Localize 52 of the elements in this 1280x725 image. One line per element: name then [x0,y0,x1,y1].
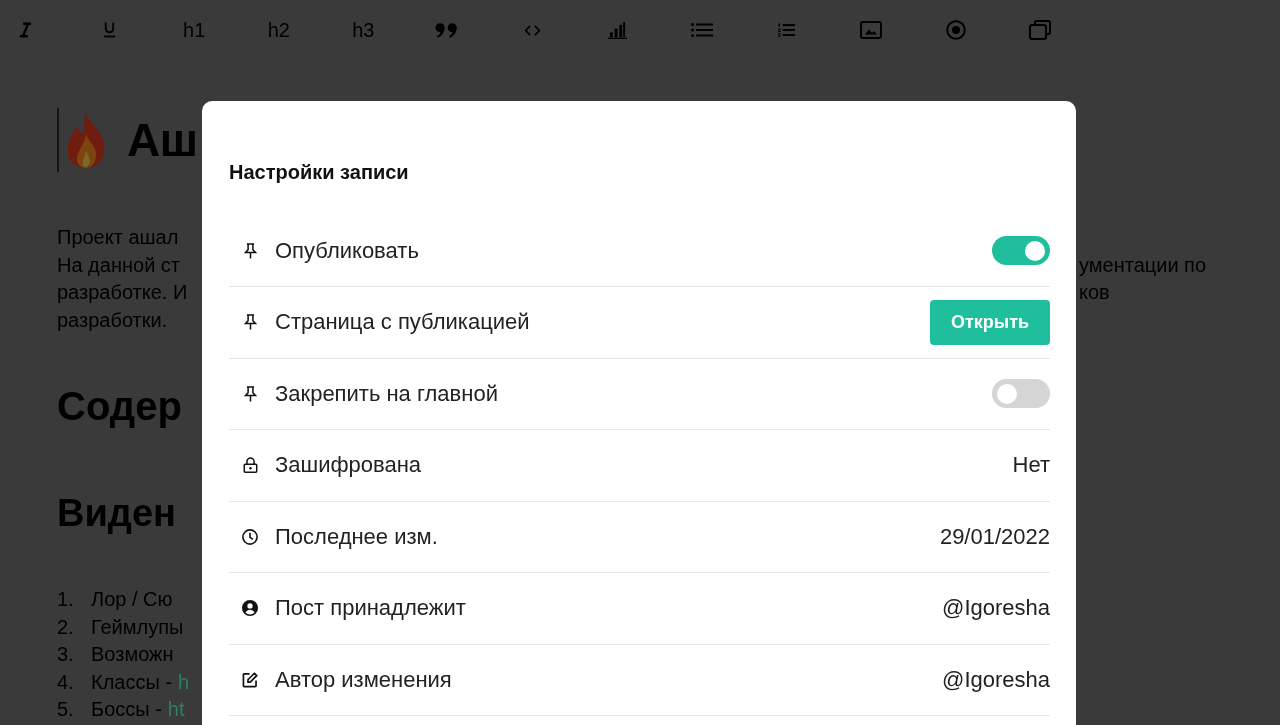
setting-value: Нет [1012,452,1050,479]
list-item-text: Боссы - [91,697,162,722]
pin-icon [243,242,257,259]
setting-value: @Igoresha [942,666,1050,693]
text-cursor [57,108,59,172]
link[interactable]: ht [167,696,185,724]
setting-value: @Igoresha [942,595,1050,622]
paragraph-text: ументации по ков [1079,252,1207,305]
pin-icon [243,314,257,331]
section-heading: Содер [57,383,182,430]
setting-label: Автор изменения [275,666,452,693]
heading-button[interactable]: h1 [183,18,206,42]
pin-icon [243,385,257,402]
dialog-title: Настройки записи [229,160,409,184]
radio-icon[interactable] [945,20,966,40]
code-icon[interactable] [524,24,542,36]
copy-icon[interactable] [1029,20,1052,40]
setting-label: Последнее изм. [275,523,438,550]
lock-icon [242,457,258,474]
user-icon [242,599,258,618]
bar-chart-icon[interactable] [607,21,627,39]
list-number: 5. [57,697,75,722]
heading-button[interactable]: h3 [352,18,375,42]
image-icon[interactable] [859,21,882,39]
italic-icon[interactable] [18,22,32,38]
toggle-switch[interactable] [992,236,1050,266]
heading-button[interactable]: h2 [267,18,290,42]
numbered-list-icon[interactable] [777,23,795,37]
list-item-text: Возможн [91,642,174,667]
list-icon[interactable] [690,23,713,37]
clock-icon [242,527,258,546]
setting-label: Закрепить на главной [275,380,498,407]
open-button[interactable]: Открыть [930,299,1050,345]
list-number: 3. [57,642,75,667]
edit-icon [242,671,258,688]
list-number: 1. [57,587,75,612]
setting-value: 29/01/2022 [939,523,1050,550]
link[interactable]: h [178,668,190,696]
setting-label: Пост принадлежит [275,595,466,622]
toggle-switch[interactable] [992,379,1050,409]
list-item-text: Классы - [91,669,173,695]
underline-icon[interactable] [103,22,117,38]
setting-label: Зашифрована [275,452,422,479]
setting-label: Страница с публикацией [275,309,530,336]
page-title: Аш [127,113,198,168]
setting-label: Опубликовать [275,237,419,264]
list-number: 2. [57,614,75,640]
paragraph-text: Проект ашал На данной ст разработке. И разработки. [57,225,188,333]
list-item-text: Лор / Сю [91,587,173,612]
list-number: 4. [57,669,75,695]
list-item-text: Геймлупы [91,614,184,640]
section-heading: Виден [57,491,176,536]
